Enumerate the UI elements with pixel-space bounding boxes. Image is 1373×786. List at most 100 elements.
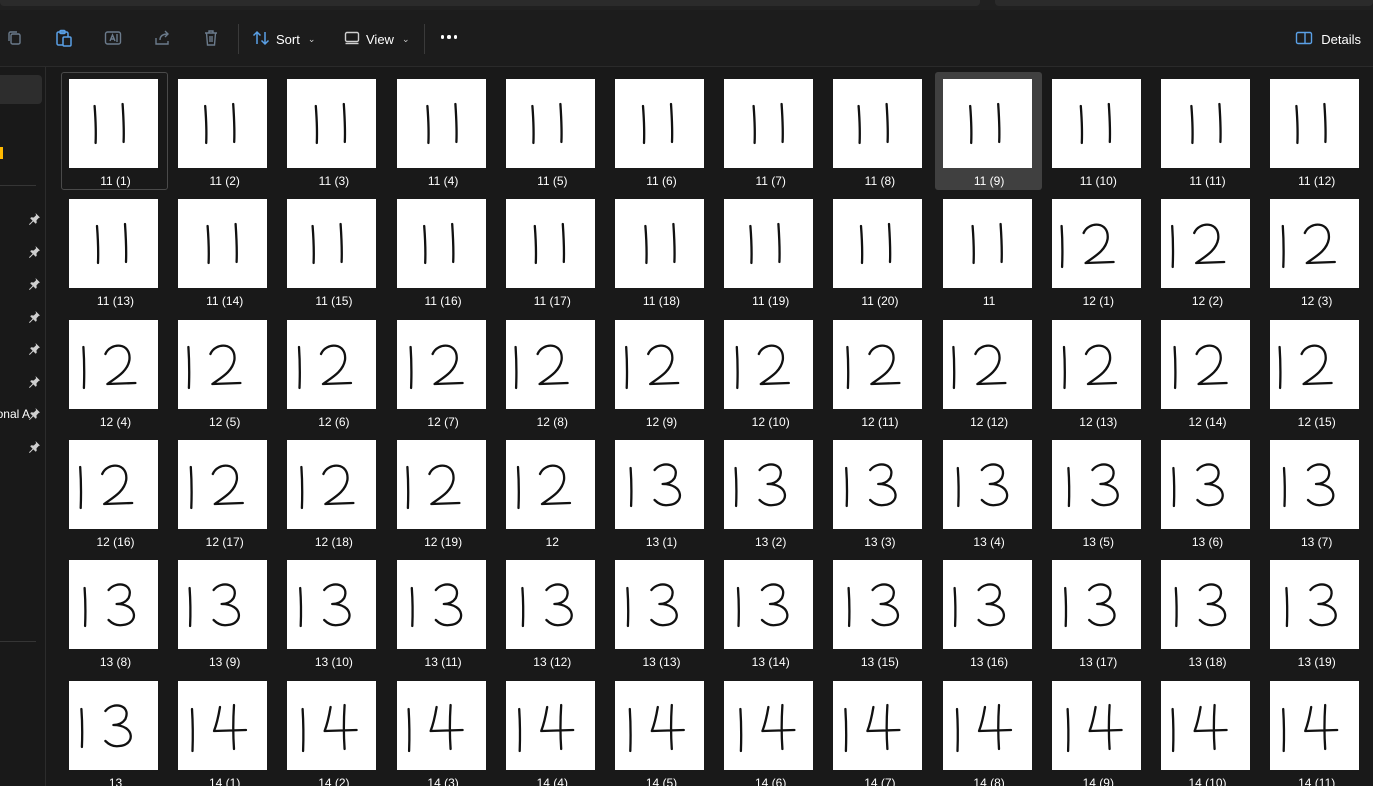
file-item[interactable]: 12 (17) — [170, 433, 277, 551]
file-item[interactable]: 13 (3) — [825, 433, 932, 551]
file-item[interactable]: 11 (12) — [1262, 72, 1369, 190]
view-button[interactable]: View ⌄ — [344, 26, 410, 52]
file-item[interactable]: 13 (12) — [498, 553, 605, 671]
pin-icon[interactable] — [27, 245, 41, 259]
file-item[interactable]: 13 (2) — [716, 433, 823, 551]
file-item[interactable]: 13 (19) — [1262, 553, 1369, 671]
file-thumbnail — [942, 560, 1032, 650]
nav-item-selected[interactable] — [0, 75, 42, 104]
file-item[interactable]: 14 (5) — [607, 674, 714, 786]
paste-icon[interactable] — [53, 27, 75, 49]
file-name: 14 (4) — [536, 775, 568, 786]
file-item[interactable]: 14 (2) — [279, 674, 386, 786]
pin-icon[interactable] — [27, 310, 41, 324]
file-item[interactable]: 12 (12) — [935, 313, 1042, 431]
file-item[interactable]: 13 (18) — [1153, 553, 1260, 671]
file-item[interactable]: 14 (9) — [1044, 674, 1151, 786]
file-item[interactable]: 14 (7) — [825, 674, 932, 786]
file-item[interactable]: 11 (6) — [607, 72, 714, 190]
file-name: 12 (7) — [427, 414, 459, 429]
file-item[interactable]: 11 (20) — [825, 192, 932, 310]
file-item[interactable]: 13 (7) — [1262, 433, 1369, 551]
pin-icon[interactable] — [27, 342, 41, 356]
file-item[interactable]: 13 (10) — [279, 553, 386, 671]
file-item[interactable]: 13 (4) — [935, 433, 1042, 551]
file-item[interactable]: 12 (1) — [1044, 192, 1151, 310]
file-item[interactable]: 11 (3) — [279, 72, 386, 190]
file-item[interactable]: 14 (1) — [170, 674, 277, 786]
rename-icon[interactable] — [102, 27, 124, 49]
file-thumbnail — [287, 319, 377, 409]
file-item[interactable]: 12 (7) — [389, 313, 496, 431]
more-options-button[interactable] — [438, 26, 460, 48]
file-item[interactable]: 13 (1) — [607, 433, 714, 551]
file-item[interactable]: 11 (17) — [498, 192, 605, 310]
file-item[interactable]: 14 (6) — [716, 674, 823, 786]
file-item[interactable]: 11 (9) — [934, 72, 1042, 190]
file-item[interactable]: 12 (16) — [61, 433, 168, 551]
file-item[interactable]: 12 (5) — [170, 313, 277, 431]
file-item[interactable]: 11 (11) — [1153, 72, 1260, 190]
file-item[interactable]: 11 (4) — [389, 72, 496, 190]
file-item[interactable]: 12 (13) — [1044, 313, 1151, 431]
file-item[interactable]: 13 (14) — [716, 553, 823, 671]
details-button[interactable]: Details — [1295, 26, 1361, 52]
file-item[interactable]: 11 (14) — [170, 192, 277, 310]
file-item[interactable]: 11 (18) — [607, 192, 714, 310]
file-item[interactable]: 11 (10) — [1044, 72, 1151, 190]
pin-icon[interactable] — [27, 277, 41, 291]
file-item[interactable]: 14 (3) — [389, 674, 496, 786]
file-item[interactable]: 14 (8) — [935, 674, 1042, 786]
file-item[interactable]: 13 (11) — [389, 553, 496, 671]
file-item[interactable]: 14 (10) — [1153, 674, 1260, 786]
file-item[interactable]: 11 (15) — [279, 192, 386, 310]
file-item[interactable]: 12 (15) — [1262, 313, 1369, 431]
file-item[interactable]: 13 (13) — [607, 553, 714, 671]
file-item[interactable]: 12 (4) — [61, 313, 168, 431]
file-thumbnail — [396, 319, 486, 409]
file-item[interactable]: 12 (18) — [279, 433, 386, 551]
file-item[interactable]: 13 (17) — [1044, 553, 1151, 671]
file-item[interactable]: 14 (4) — [498, 674, 605, 786]
file-item[interactable]: 13 (5) — [1044, 433, 1151, 551]
file-item[interactable]: 13 — [61, 674, 168, 786]
file-item[interactable]: 13 (8) — [61, 553, 168, 671]
file-name: 12 — [545, 534, 559, 549]
file-item[interactable]: 11 — [935, 192, 1042, 310]
file-item[interactable]: 11 (2) — [170, 72, 277, 190]
file-item[interactable]: 13 (9) — [170, 553, 277, 671]
file-item[interactable]: 11 (16) — [389, 192, 496, 310]
file-item[interactable]: 11 (1) — [61, 72, 168, 190]
file-item[interactable]: 12 (9) — [607, 313, 714, 431]
file-item[interactable]: 12 (19) — [389, 433, 496, 551]
file-item[interactable]: 11 (7) — [716, 72, 823, 190]
file-item[interactable]: 11 (19) — [716, 192, 823, 310]
file-item[interactable]: 13 (16) — [935, 553, 1042, 671]
sort-button[interactable]: Sort ⌄ — [252, 26, 315, 52]
file-item[interactable]: 12 (8) — [498, 313, 605, 431]
file-item[interactable]: 14 (11) — [1262, 674, 1369, 786]
file-item[interactable]: 11 (13) — [61, 192, 168, 310]
file-item[interactable]: 12 (3) — [1262, 192, 1369, 310]
file-thumbnail — [1051, 439, 1141, 529]
delete-icon[interactable] — [200, 27, 222, 49]
pin-icon[interactable] — [27, 375, 41, 389]
file-item[interactable]: 12 (2) — [1153, 192, 1260, 310]
pin-icon[interactable] — [27, 212, 41, 226]
file-item[interactable]: 12 — [498, 433, 605, 551]
file-item[interactable]: 13 (6) — [1153, 433, 1260, 551]
file-thumbnail — [942, 199, 1032, 289]
file-thumbnail — [69, 439, 158, 529]
file-item[interactable]: 11 (5) — [498, 72, 605, 190]
copy-icon[interactable] — [4, 27, 26, 49]
file-item[interactable]: 13 (15) — [825, 553, 932, 671]
pin-icon[interactable] — [27, 440, 41, 454]
file-item[interactable]: 11 (8) — [825, 72, 932, 190]
file-thumbnail — [1270, 199, 1360, 289]
file-item[interactable]: 12 (14) — [1153, 313, 1260, 431]
file-item[interactable]: 12 (6) — [279, 313, 386, 431]
share-icon[interactable] — [151, 27, 173, 49]
nav-item-label[interactable]: onal A — [0, 407, 30, 421]
file-item[interactable]: 12 (11) — [825, 313, 932, 431]
file-item[interactable]: 12 (10) — [716, 313, 823, 431]
